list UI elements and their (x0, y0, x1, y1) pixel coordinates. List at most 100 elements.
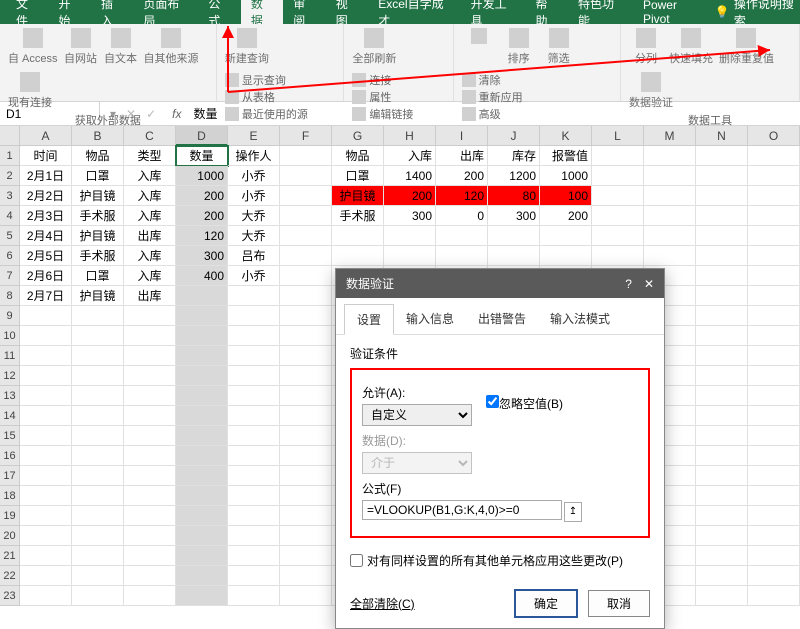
cell[interactable] (696, 366, 748, 386)
help-icon[interactable]: ? (625, 277, 632, 291)
cell[interactable] (696, 506, 748, 526)
cell[interactable] (748, 426, 800, 446)
cell[interactable] (592, 186, 644, 206)
cell[interactable] (228, 586, 280, 606)
cell[interactable] (748, 586, 800, 606)
cell[interactable] (540, 226, 592, 246)
cell[interactable]: 出库 (124, 286, 176, 306)
cell[interactable] (124, 446, 176, 466)
row-header[interactable]: 15 (0, 426, 20, 446)
row-header[interactable]: 20 (0, 526, 20, 546)
col-header-H[interactable]: H (384, 126, 436, 146)
cell[interactable] (644, 246, 696, 266)
cell[interactable] (176, 346, 228, 366)
cell[interactable] (20, 566, 72, 586)
cell[interactable] (488, 246, 540, 266)
cell[interactable] (20, 486, 72, 506)
cell[interactable] (644, 186, 696, 206)
cell[interactable]: 200 (176, 186, 228, 206)
cell[interactable] (748, 386, 800, 406)
cell[interactable]: 手术服 (72, 246, 124, 266)
cell[interactable] (72, 586, 124, 606)
cell[interactable] (124, 546, 176, 566)
from-other-button[interactable]: 自其他来源 (144, 28, 199, 66)
dialog-titlebar[interactable]: 数据验证 ?✕ (336, 269, 664, 298)
connections[interactable]: 连接 (352, 72, 413, 88)
remove-dup-button[interactable]: 删除重复值 (719, 28, 774, 66)
cell[interactable] (20, 526, 72, 546)
cell[interactable]: 手术服 (72, 206, 124, 226)
cell[interactable]: 0 (436, 206, 488, 226)
cell[interactable]: 报警值 (540, 146, 592, 166)
cell[interactable] (72, 506, 124, 526)
cell[interactable] (748, 406, 800, 426)
col-header-G[interactable]: G (332, 126, 384, 146)
cell[interactable]: 入库 (124, 206, 176, 226)
cell[interactable] (280, 526, 332, 546)
edit-links[interactable]: 编辑链接 (352, 106, 413, 122)
cell[interactable]: 200 (540, 206, 592, 226)
cell[interactable] (20, 386, 72, 406)
cell[interactable] (696, 426, 748, 446)
select-all-corner[interactable] (0, 126, 20, 146)
clear-filter[interactable]: 清除 (462, 72, 523, 88)
cell[interactable] (176, 306, 228, 326)
cell[interactable] (72, 346, 124, 366)
cell[interactable]: 1000 (540, 166, 592, 186)
cell[interactable]: 物品 (72, 146, 124, 166)
cell[interactable]: 小乔 (228, 186, 280, 206)
cell[interactable] (280, 226, 332, 246)
from-table[interactable]: 从表格 (225, 89, 308, 105)
cell[interactable] (748, 326, 800, 346)
cell[interactable] (592, 226, 644, 246)
col-header-K[interactable]: K (540, 126, 592, 146)
cell[interactable]: 时间 (20, 146, 72, 166)
cell[interactable] (696, 346, 748, 366)
text-to-columns-button[interactable]: 分列 (629, 28, 663, 66)
cell[interactable] (124, 586, 176, 606)
cell[interactable]: 2月4日 (20, 226, 72, 246)
cell[interactable]: 1400 (384, 166, 436, 186)
allow-select[interactable]: 自定义 (362, 404, 472, 426)
cell[interactable] (436, 226, 488, 246)
cell[interactable]: 入库 (124, 166, 176, 186)
row-header[interactable]: 9 (0, 306, 20, 326)
cell[interactable] (748, 546, 800, 566)
cell[interactable]: 200 (436, 166, 488, 186)
cell[interactable] (696, 546, 748, 566)
cell[interactable]: 300 (176, 246, 228, 266)
cell[interactable] (228, 506, 280, 526)
cell[interactable]: 大乔 (228, 226, 280, 246)
cell[interactable] (748, 346, 800, 366)
cell[interactable] (20, 426, 72, 446)
existing-conn-button[interactable]: 现有连接 (8, 72, 52, 110)
cell[interactable] (384, 226, 436, 246)
cell[interactable] (72, 386, 124, 406)
flash-fill-button[interactable]: 快速填充 (669, 28, 713, 66)
cell[interactable] (124, 326, 176, 346)
filter-button[interactable]: 筛选 (542, 28, 576, 66)
cell[interactable] (696, 586, 748, 606)
cell[interactable] (176, 466, 228, 486)
row-header[interactable]: 4 (0, 206, 20, 226)
cell[interactable] (748, 526, 800, 546)
cell[interactable] (696, 446, 748, 466)
cell[interactable] (748, 446, 800, 466)
cell[interactable] (176, 586, 228, 606)
cell[interactable] (176, 446, 228, 466)
cell[interactable] (176, 366, 228, 386)
cell[interactable] (176, 546, 228, 566)
col-header-A[interactable]: A (20, 126, 72, 146)
cell[interactable] (176, 526, 228, 546)
cell[interactable] (696, 406, 748, 426)
cell[interactable] (280, 286, 332, 306)
cell[interactable] (592, 246, 644, 266)
cell[interactable] (696, 186, 748, 206)
cell[interactable] (696, 146, 748, 166)
row-header[interactable]: 7 (0, 266, 20, 286)
cell[interactable] (20, 546, 72, 566)
refresh-all-button[interactable]: 全部刷新 (352, 28, 396, 66)
cell[interactable] (228, 326, 280, 346)
cell[interactable] (176, 286, 228, 306)
show-queries[interactable]: 显示查询 (225, 72, 308, 88)
